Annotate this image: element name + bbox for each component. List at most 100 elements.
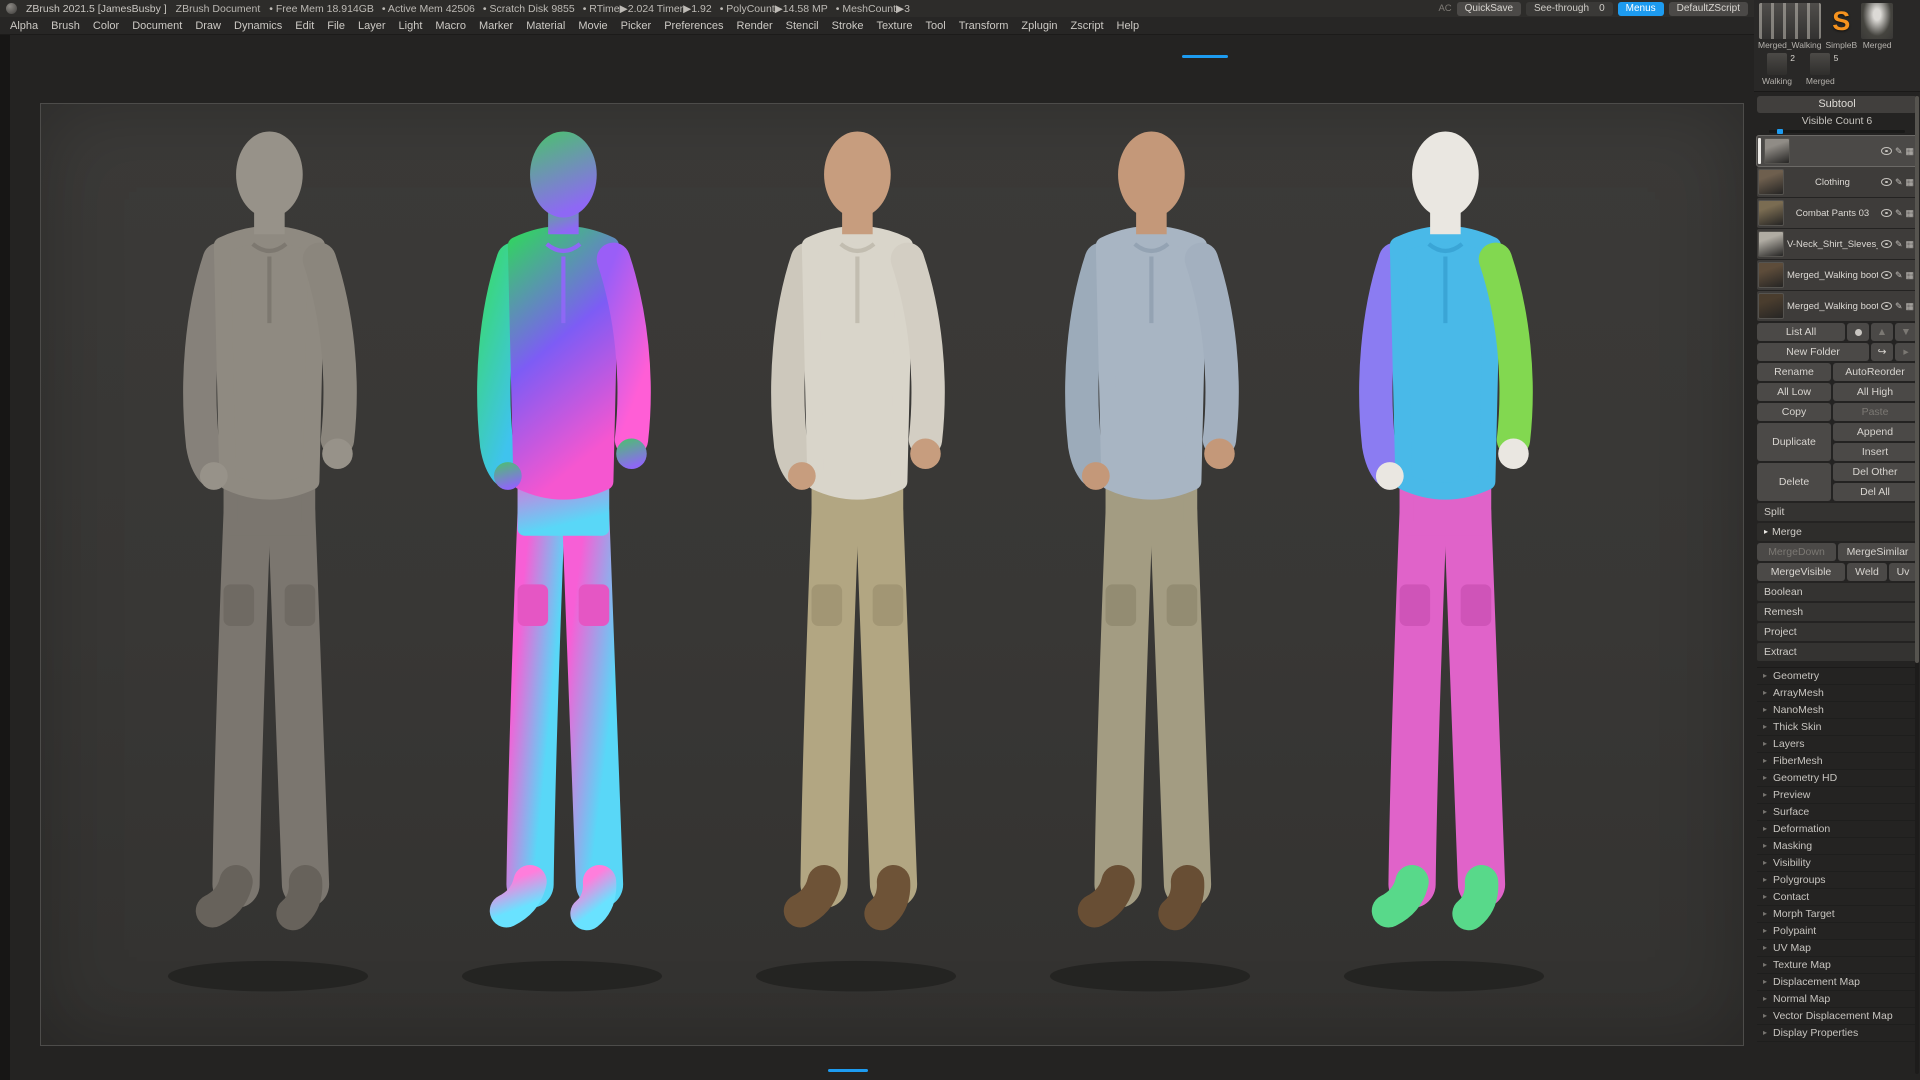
all-high-button[interactable]: All High: [1833, 383, 1917, 401]
folder-options-button[interactable]: ↪: [1871, 343, 1893, 361]
insert-button[interactable]: Insert: [1833, 443, 1917, 461]
polyframe-icon[interactable]: ▦: [1905, 147, 1914, 156]
palette-section[interactable]: ▸ Polypaint: [1757, 923, 1917, 940]
eye-icon[interactable]: [1881, 209, 1892, 217]
split-section-header[interactable]: Split: [1757, 503, 1917, 521]
menu-item[interactable]: Alpha: [10, 20, 38, 32]
menus-toggle-button[interactable]: Menus: [1618, 2, 1664, 16]
subtool-row[interactable]: Combat Pants 03 ✎ ▦: [1757, 198, 1917, 228]
palette-section[interactable]: ▸ ArrayMesh: [1757, 685, 1917, 702]
append-button[interactable]: Append: [1833, 423, 1917, 441]
figure-textured-offwhite-shirt[interactable]: [724, 112, 988, 1015]
menu-item[interactable]: Tool: [926, 20, 946, 32]
merge-section-header[interactable]: ▸ Merge: [1757, 523, 1917, 541]
project-section-header[interactable]: Project: [1757, 623, 1917, 641]
tool-thumbnail-merged-walking[interactable]: [1759, 3, 1821, 39]
menu-item[interactable]: Render: [737, 20, 773, 32]
tool-thumbnail-walking[interactable]: 2: [1767, 53, 1787, 75]
palette-section[interactable]: ▸ FiberMesh: [1757, 753, 1917, 770]
rename-button[interactable]: Rename: [1757, 363, 1831, 381]
menu-item[interactable]: Macro: [435, 20, 466, 32]
tool-thumbnail-merged[interactable]: [1861, 3, 1893, 39]
copy-button[interactable]: Copy: [1757, 403, 1831, 421]
sculpt-brush-icon[interactable]: ✎: [1895, 178, 1903, 187]
quicksave-button[interactable]: QuickSave: [1457, 2, 1521, 16]
move-up-button[interactable]: ▲: [1871, 323, 1893, 341]
menu-item[interactable]: Document: [132, 20, 182, 32]
panel-scrollbar[interactable]: [1915, 96, 1919, 1074]
tool-thumbnail-merged-2[interactable]: 5: [1810, 53, 1830, 75]
palette-section[interactable]: ▸ Vector Displacement Map: [1757, 1008, 1917, 1025]
palette-section[interactable]: ▸ Contact: [1757, 889, 1917, 906]
menu-item[interactable]: Help: [1117, 20, 1140, 32]
sculpt-brush-icon[interactable]: ✎: [1895, 240, 1903, 249]
remesh-section-header[interactable]: Remesh: [1757, 603, 1917, 621]
canvas-scroll-indicator-bottom[interactable]: [828, 1069, 868, 1072]
palette-section[interactable]: ▸ Surface: [1757, 804, 1917, 821]
palette-section[interactable]: ▸ Display Properties: [1757, 1025, 1917, 1042]
palette-section[interactable]: ▸ Visibility: [1757, 855, 1917, 872]
weld-button[interactable]: Weld: [1847, 563, 1887, 581]
palette-section[interactable]: ▸ Preview: [1757, 787, 1917, 804]
menu-item[interactable]: Transform: [959, 20, 1009, 32]
left-tray-strip[interactable]: [0, 35, 10, 1080]
simplebrush-icon[interactable]: S: [1826, 3, 1856, 39]
sculpt-brush-icon[interactable]: ✎: [1895, 271, 1903, 280]
palette-section[interactable]: ▸ NanoMesh: [1757, 702, 1917, 719]
menu-item[interactable]: Stroke: [832, 20, 864, 32]
eye-icon[interactable]: [1881, 271, 1892, 279]
menu-item[interactable]: Draw: [195, 20, 221, 32]
figure-clay-matcap[interactable]: [136, 112, 400, 1015]
canvas-scroll-indicator-top[interactable]: [1182, 55, 1228, 58]
menu-item[interactable]: Texture: [876, 20, 912, 32]
delete-button[interactable]: Delete: [1757, 463, 1831, 501]
menu-item[interactable]: Edit: [295, 20, 314, 32]
subtool-row[interactable]: Clothing ✎ ▦: [1757, 167, 1917, 197]
subtool-row[interactable]: Merged_Walking boot3 ✎ ▦: [1757, 291, 1917, 321]
canvas-figures[interactable]: [40, 103, 1744, 1046]
palette-section[interactable]: ▸ Layers: [1757, 736, 1917, 753]
menu-item[interactable]: Dynamics: [234, 20, 282, 32]
polyframe-icon[interactable]: ▦: [1905, 178, 1914, 187]
panel-scrollbar-thumb[interactable]: [1915, 96, 1919, 663]
subtool-row[interactable]: V-Neck_Shirt_Sleves_Rolled1 ✎ ▦: [1757, 229, 1917, 259]
autoreorder-button[interactable]: AutoReorder: [1833, 363, 1917, 381]
menu-item[interactable]: Zplugin: [1021, 20, 1057, 32]
list-all-button[interactable]: List All: [1757, 323, 1845, 341]
sculpt-brush-icon[interactable]: ✎: [1895, 147, 1903, 156]
see-through-slider[interactable]: See-through 0: [1526, 2, 1613, 16]
menu-item[interactable]: Marker: [479, 20, 513, 32]
duplicate-button[interactable]: Duplicate: [1757, 423, 1831, 461]
subtool-header[interactable]: Subtool: [1757, 96, 1917, 113]
menu-item[interactable]: Layer: [358, 20, 386, 32]
default-zscript-button[interactable]: DefaultZScript: [1669, 2, 1748, 16]
polyframe-icon[interactable]: ▦: [1905, 240, 1914, 249]
menu-item[interactable]: Brush: [51, 20, 80, 32]
figure-textured-blue-shirt[interactable]: [1018, 112, 1282, 1015]
new-folder-button[interactable]: New Folder: [1757, 343, 1869, 361]
palette-section[interactable]: ▸ Thick Skin: [1757, 719, 1917, 736]
eye-icon[interactable]: [1881, 147, 1892, 155]
del-other-button[interactable]: Del Other: [1833, 463, 1917, 481]
polyframe-icon[interactable]: ▦: [1905, 302, 1914, 311]
extract-section-header[interactable]: Extract: [1757, 643, 1917, 661]
subtool-row[interactable]: Merged_Walking boot2 ✎ ▦: [1757, 260, 1917, 290]
paste-button[interactable]: Paste: [1833, 403, 1917, 421]
palette-section[interactable]: ▸ Displacement Map: [1757, 974, 1917, 991]
sculpt-brush-icon[interactable]: ✎: [1895, 209, 1903, 218]
palette-section[interactable]: ▸ Deformation: [1757, 821, 1917, 838]
menu-item[interactable]: Picker: [621, 20, 652, 32]
palette-section[interactable]: ▸ Masking: [1757, 838, 1917, 855]
eye-icon[interactable]: [1881, 240, 1892, 248]
menu-item[interactable]: Stencil: [786, 20, 819, 32]
del-all-button[interactable]: Del All: [1833, 483, 1917, 501]
visible-count-slider[interactable]: [1769, 130, 1905, 133]
palette-section[interactable]: ▸ Morph Target: [1757, 906, 1917, 923]
merge-similar-button[interactable]: MergeSimilar: [1838, 543, 1917, 561]
palette-section[interactable]: ▸ Polygroups: [1757, 872, 1917, 889]
menu-item[interactable]: Movie: [578, 20, 607, 32]
menu-item[interactable]: Light: [399, 20, 423, 32]
paint-all-button[interactable]: [1847, 323, 1869, 341]
eye-icon[interactable]: [1881, 178, 1892, 186]
menu-item[interactable]: Preferences: [664, 20, 723, 32]
